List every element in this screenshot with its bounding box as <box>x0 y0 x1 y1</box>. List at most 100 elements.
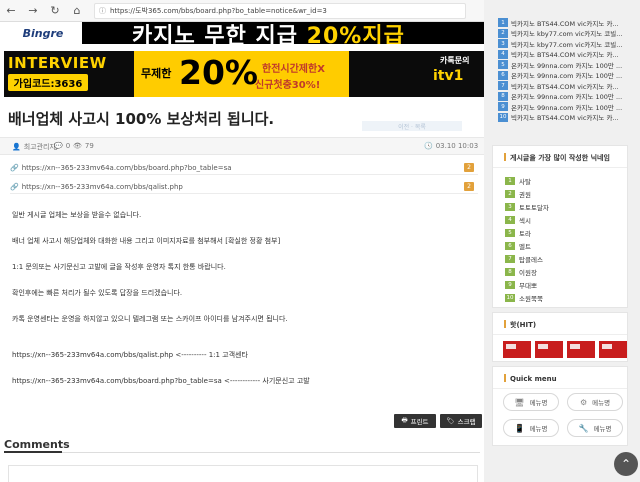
writer-nickname[interactable]: 권원 <box>519 189 531 199</box>
scroll-to-top-button[interactable]: ⌃ <box>614 452 638 476</box>
rank-title[interactable]: 빅카지노 kby77.com vic카지노 코빌... <box>511 39 622 49</box>
writer-item[interactable]: 8 이원장 <box>505 267 537 277</box>
writer-nickname[interactable]: 사탈 <box>519 176 531 186</box>
body-line: 1:1 문의또는 사기문신고 고발에 글을 작성후 운영자 톡지 한통 바랍니다… <box>12 263 226 271</box>
ranking-item[interactable]: 10 빅카지노 BTS44.COM vic카지노 카... <box>498 112 638 123</box>
forward-icon[interactable]: → <box>22 0 44 22</box>
post-nav-tag[interactable]: 이전 · 목록 <box>362 121 462 131</box>
writer-item[interactable]: 3 토토토달자 <box>505 202 549 212</box>
ranking-item[interactable]: 6 온카지노 99nna.com 카지노 100만 ... <box>498 70 638 81</box>
attached-link-1[interactable]: 🔗 https://xn--365-233mv64a.com/bbs/board… <box>10 161 478 175</box>
banner-unlimited: 무제한 <box>141 67 172 80</box>
comments-heading: Comments <box>4 438 70 451</box>
ranking-item[interactable]: 8 온카지노 99nna.com 카지노 100만 ... <box>498 91 638 102</box>
body-link-line[interactable]: https://xn--365-233mv64a.com/bbs/qalist.… <box>12 350 248 360</box>
home-icon[interactable]: ⌂ <box>66 0 88 22</box>
banner-headline: 카지노 무한 지급 20%지급 <box>132 24 405 44</box>
top-writers-panel: 게시글을 가장 많이 작성한 닉네임 1 사탈 2 권원 3 토토토달자 4 섹시 5 토라 6 멜트… <box>492 145 628 308</box>
address-bar[interactable]: ⓘ https://도박365.com/bbs/board.php?bo_tab… <box>94 2 466 19</box>
chevron-up-icon: ⌃ <box>620 457 632 471</box>
rank-number: 2 <box>498 28 508 38</box>
ranking-item[interactable]: 9 온카지노 99nna.com 카지노 100만 ... <box>498 101 638 112</box>
quick-menu-item-2[interactable]: ⚙ 메뉴명 <box>567 393 623 411</box>
scrap-button[interactable]: 🏷 스크랩 <box>440 414 482 428</box>
rank-number: 9 <box>498 102 508 111</box>
rank-title[interactable]: 온카지노 99nna.com 카지노 100만 ... <box>511 70 622 80</box>
rank-number: 10 <box>498 112 508 122</box>
body-line: 배너 업체 사고시 해당업체와 대화한 내용 그리고 이미지자료를 첨부해서 [… <box>12 237 281 245</box>
ranking-item[interactable]: 3 빅카지노 kby77.com vic카지노 코빌... <box>498 38 638 49</box>
hit-thumbnail-2[interactable] <box>535 341 563 358</box>
writer-nickname[interactable]: 토라 <box>519 228 531 238</box>
writer-rank-number: 2 <box>505 190 515 198</box>
link-url[interactable]: https://xn--365-233mv64a.com/bbs/qalist.… <box>22 183 183 191</box>
link-url[interactable]: https://xn--365-233mv64a.com/bbs/board.p… <box>22 164 232 172</box>
writer-nickname[interactable]: 무대뽀 <box>519 280 537 290</box>
rank-title[interactable]: 빅카지노 BTS44.COM vic카지노 카... <box>511 49 619 59</box>
monitor-icon: 🖥 <box>514 397 525 407</box>
quick-menu-item-3[interactable]: 📱 메뉴명 <box>503 419 559 437</box>
writer-rank-number: 5 <box>505 229 515 237</box>
ranking-item[interactable]: 4 빅카지노 BTS44.COM vic카지노 카... <box>498 49 638 60</box>
quick-menu-item-1[interactable]: 🖥 메뉴명 <box>503 393 559 411</box>
writer-rank-number: 10 <box>505 294 515 302</box>
rank-number: 6 <box>498 70 508 80</box>
info-icon: ⓘ <box>99 6 106 15</box>
phone-icon: 📱 <box>514 423 525 433</box>
writer-item[interactable]: 1 사탈 <box>505 176 531 186</box>
tag-icon: 🏷 <box>446 417 455 425</box>
ranking-item[interactable]: 2 빅카지노 kby77.com vic카지노 코빌... <box>498 28 638 39</box>
writer-item[interactable]: 6 멜트 <box>505 241 531 251</box>
hit-thumbnail-1[interactable] <box>503 341 531 358</box>
writer-nickname[interactable]: 토토토달자 <box>519 202 549 212</box>
post-author: 👤 최고관리자 <box>12 143 56 151</box>
rank-title[interactable]: 빅카지노 kby77.com vic카지노 코빌... <box>511 28 622 38</box>
writer-nickname[interactable]: 소원쭉쭉 <box>519 293 543 303</box>
writer-item[interactable]: 2 권원 <box>505 189 531 199</box>
writer-item[interactable]: 10 소원쭉쭉 <box>505 293 543 303</box>
rank-number: 5 <box>498 60 508 69</box>
rank-title[interactable]: 온카지노 99nna.com 카지노 100만 ... <box>511 60 622 70</box>
writer-item[interactable]: 5 토라 <box>505 228 531 238</box>
hit-thumbnail-3[interactable] <box>567 341 595 358</box>
rank-title[interactable]: 온카지노 99nna.com 카지노 100만 ... <box>511 102 622 112</box>
comments-underline <box>4 451 62 453</box>
interview-ad-banner[interactable]: INTERVIEW 가입코드:3636 무제한 20% 한전시간제한X 신규첫충… <box>4 51 484 97</box>
rank-title[interactable]: 빅카지노 BTS44.COM vic카지노 카... <box>511 18 619 28</box>
wrench-icon: 🔧 <box>578 423 589 433</box>
comment-input-area[interactable] <box>8 465 478 482</box>
body-line: 일반 게시글 업체는 보상을 받을수 없습니다. <box>12 211 142 219</box>
writer-item[interactable]: 9 무대뽀 <box>505 280 537 290</box>
writer-item[interactable]: 7 탑클레스 <box>505 254 543 264</box>
rank-title[interactable]: 온카지노 99nna.com 카지노 100만 ... <box>511 91 622 101</box>
refresh-icon[interactable]: ↻ <box>44 0 66 22</box>
body-link-line[interactable]: https://xn--365-233mv64a.com/bbs/board.p… <box>12 376 310 386</box>
writer-nickname[interactable]: 탑클레스 <box>519 254 543 264</box>
back-icon[interactable]: ← <box>0 0 22 22</box>
writer-nickname[interactable]: 섹시 <box>519 215 531 225</box>
body-line: 확인후에는 빠른 처리가 될수 있도록 답장을 드리겠습니다. <box>12 289 183 297</box>
writer-nickname[interactable]: 이원장 <box>519 267 537 277</box>
writer-rank-number: 4 <box>505 216 515 224</box>
post-comment-count: 💬 0 <box>54 142 71 150</box>
quick-menu-title: Quick menu <box>493 367 627 389</box>
ranking-item[interactable]: 7 빅카지노 BTS44.COM vic카지노 카... <box>498 80 638 91</box>
rank-number: 1 <box>498 18 508 27</box>
address-url: https://도박365.com/bbs/board.php?bo_table… <box>110 6 327 15</box>
rank-title[interactable]: 빅카지노 BTS44.COM vic카지노 카... <box>511 81 619 91</box>
writer-rank-number: 7 <box>505 255 515 263</box>
print-button[interactable]: 🖶 프린트 <box>394 414 436 428</box>
top-ad-banner[interactable]: Bingre 카지노 무한 지급 20%지급 <box>4 22 484 44</box>
writer-item[interactable]: 4 섹시 <box>505 215 531 225</box>
banner-interview: INTERVIEW <box>8 54 107 72</box>
writer-rank-number: 1 <box>505 177 515 185</box>
ranking-item[interactable]: 1 빅카지노 BTS44.COM vic카지노 카... <box>498 17 638 28</box>
ranking-item[interactable]: 5 온카지노 99nna.com 카지노 100만 ... <box>498 59 638 70</box>
attached-link-2[interactable]: 🔗 https://xn--365-233mv64a.com/bbs/qalis… <box>10 180 478 194</box>
banner-contact: 카톡문의 <box>440 56 470 65</box>
link-icon: 🔗 <box>10 182 19 191</box>
quick-menu-item-4[interactable]: 🔧 메뉴명 <box>567 419 623 437</box>
rank-title[interactable]: 빅카지노 BTS44.COM vic카지노 카... <box>511 112 619 122</box>
hit-thumbnail-4[interactable] <box>599 341 627 358</box>
writer-nickname[interactable]: 멜트 <box>519 241 531 251</box>
